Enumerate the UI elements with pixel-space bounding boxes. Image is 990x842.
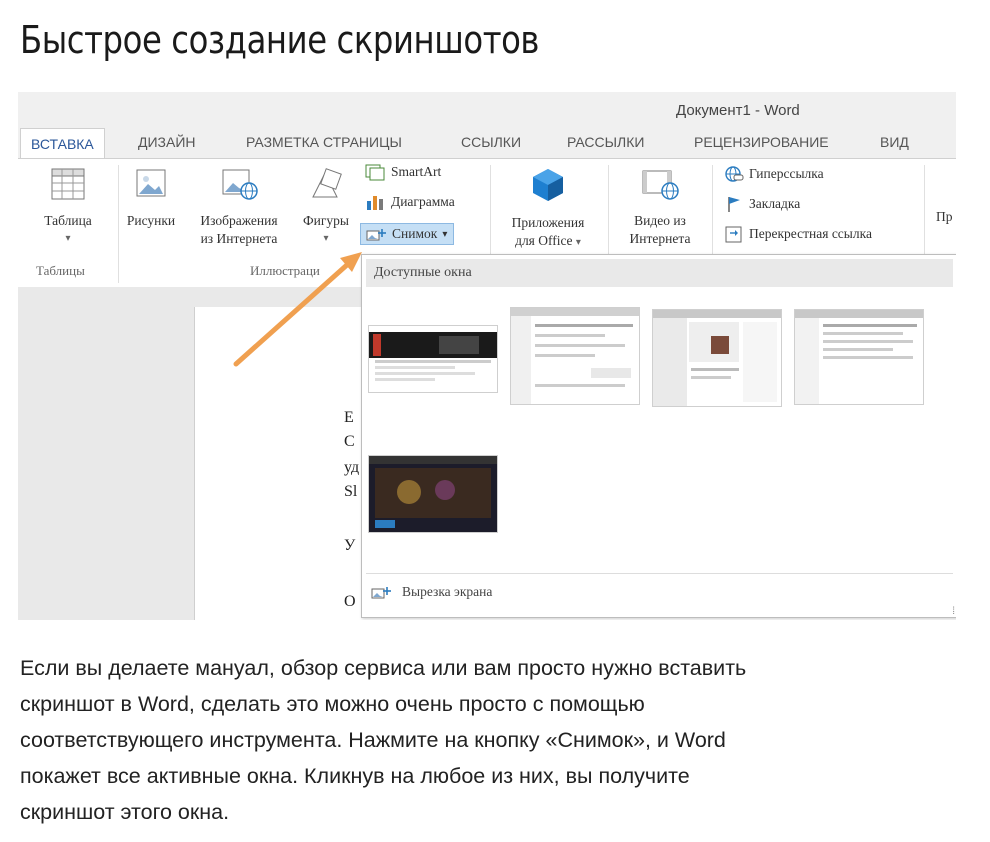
caption-line: Если вы делаете мануал, обзор сервиса ил… <box>20 656 747 680</box>
document-text-line: уд <box>344 459 360 476</box>
online-pictures-button[interactable]: Изображения из Интернета <box>184 167 294 248</box>
tab-mailings[interactable]: РАССЫЛКИ <box>567 134 644 150</box>
shapes-button[interactable]: Фигуры ▾ <box>294 167 358 248</box>
table-dropdown-arrow: ▾ <box>65 233 71 244</box>
table-button[interactable]: Таблица ▾ <box>28 167 108 248</box>
caption-line: скриншот в Word, сделать это можно очень… <box>20 692 645 716</box>
apps-label-2-text: для Office <box>515 233 573 248</box>
screen-clipping-item[interactable]: Вырезка экрана <box>370 583 492 601</box>
bookmark-icon <box>728 197 740 212</box>
hyperlink-label: Гиперссылка <box>749 166 824 181</box>
caption-line: соответствующего инструмента. Нажмите на… <box>20 728 726 752</box>
crossref-label: Перекрестная ссылка <box>749 226 872 241</box>
table-label: Таблица <box>44 213 92 228</box>
bookmark-label: Закладка <box>749 196 801 211</box>
apps-for-office-button[interactable]: Приложения для Office ▾ <box>490 167 606 252</box>
online-pictures-label-1: Изображения <box>200 213 278 228</box>
screenshot-dropdown: Доступные окна Вырезка экрана ⁞ <box>361 254 956 618</box>
apps-label-1: Приложения <box>511 215 585 230</box>
apps-label-2: для Office ▾ <box>490 232 606 252</box>
online-video-button[interactable]: Видео из Интернета <box>610 167 710 248</box>
chart-label: Диаграмма <box>391 194 455 209</box>
tab-review[interactable]: РЕЦЕНЗИРОВАНИЕ <box>694 134 829 150</box>
window-thumbnail[interactable] <box>794 309 924 405</box>
online-video-label-1: Видео из <box>634 213 686 228</box>
caption-line: покажет все активные окна. Кликнув на лю… <box>20 764 690 788</box>
chart-button[interactable]: Диаграмма <box>364 193 455 211</box>
online-pictures-icon <box>222 169 258 200</box>
apps-for-office-icon <box>533 169 563 201</box>
window-thumbnail[interactable] <box>368 455 498 533</box>
tab-layout[interactable]: РАЗМЕТКА СТРАНИЦЫ <box>246 134 402 150</box>
tab-references[interactable]: ССЫЛКИ <box>461 134 521 150</box>
tab-view[interactable]: ВИД <box>880 134 909 150</box>
window-thumbnail[interactable] <box>368 325 498 393</box>
table-icon <box>51 168 85 200</box>
window-thumbnail-image <box>795 310 923 404</box>
word-screenshot: Документ1 - Word ВСТАВКА ДИЗАЙН РАЗМЕТКА… <box>18 92 956 620</box>
group-label-illustrations: Иллюстраци <box>250 263 320 278</box>
online-pictures-label-2: из Интернета <box>200 231 278 246</box>
window-thumbnail[interactable] <box>510 307 640 405</box>
tab-design[interactable]: ДИЗАЙН <box>138 134 196 150</box>
pictures-icon <box>136 169 166 197</box>
screenshot-label: Снимок <box>392 226 438 241</box>
screenshot-button[interactable]: Снимок ▾ <box>360 223 455 245</box>
crossref-icon <box>725 226 742 243</box>
shapes-label: Фигуры <box>303 213 349 228</box>
online-video-icon <box>642 170 679 200</box>
hyperlink-icon <box>725 166 744 182</box>
smartart-icon <box>365 164 385 181</box>
hyperlink-button[interactable]: Гиперссылка <box>724 165 824 183</box>
document-text-line: Е <box>344 409 354 426</box>
resize-grip-icon[interactable]: ⁞ <box>952 606 955 617</box>
window-thumbnail-image <box>653 310 781 406</box>
smartart-label: SmartArt <box>391 164 442 179</box>
caption-line: скриншот этого окна. <box>20 800 230 824</box>
document-text-line: У <box>344 537 356 554</box>
shapes-icon <box>312 168 342 198</box>
document-text-line: Sl <box>344 483 358 500</box>
ribbon-tabs: ВСТАВКА ДИЗАЙН РАЗМЕТКА СТРАНИЦЫ ССЫЛКИ … <box>18 128 956 159</box>
cut-off-label: Пр <box>936 209 953 224</box>
page-title: Быстрое создание скриншотов <box>20 18 540 62</box>
window-thumbnail-image <box>511 308 639 404</box>
document-text-line: О <box>344 593 356 610</box>
cut-off-button[interactable]: Пр <box>936 209 953 225</box>
bookmark-button[interactable]: Закладка <box>724 195 800 213</box>
crossref-button[interactable]: Перекрестная ссылка <box>724 225 872 243</box>
online-video-label-2: Интернета <box>629 231 691 246</box>
screen-clipping-icon <box>371 587 391 599</box>
apps-dropdown-arrow: ▾ <box>575 237 581 248</box>
chart-icon <box>367 196 383 210</box>
shapes-dropdown-arrow: ▾ <box>323 233 329 244</box>
window-thumbnail-image <box>369 332 497 381</box>
document-text-line: С <box>344 433 355 450</box>
window-thumbnail[interactable] <box>652 309 782 407</box>
window-title: Документ1 - Word <box>676 102 800 119</box>
screenshot-icon <box>366 229 386 241</box>
screen-clipping-label: Вырезка экрана <box>402 584 493 599</box>
smartart-button[interactable]: SmartArt <box>364 163 441 181</box>
pictures-label: Рисунки <box>126 213 176 228</box>
screenshot-dropdown-arrow: ▾ <box>442 228 448 240</box>
tab-insert[interactable]: ВСТАВКА <box>20 128 105 159</box>
group-label-tables: Таблицы <box>36 263 85 278</box>
caption-text: Если вы делаете мануал, обзор сервиса ил… <box>20 650 970 830</box>
available-windows-header: Доступные окна <box>366 259 953 287</box>
window-thumbnail-image <box>369 456 497 528</box>
pictures-button[interactable]: Рисунки <box>118 167 184 230</box>
